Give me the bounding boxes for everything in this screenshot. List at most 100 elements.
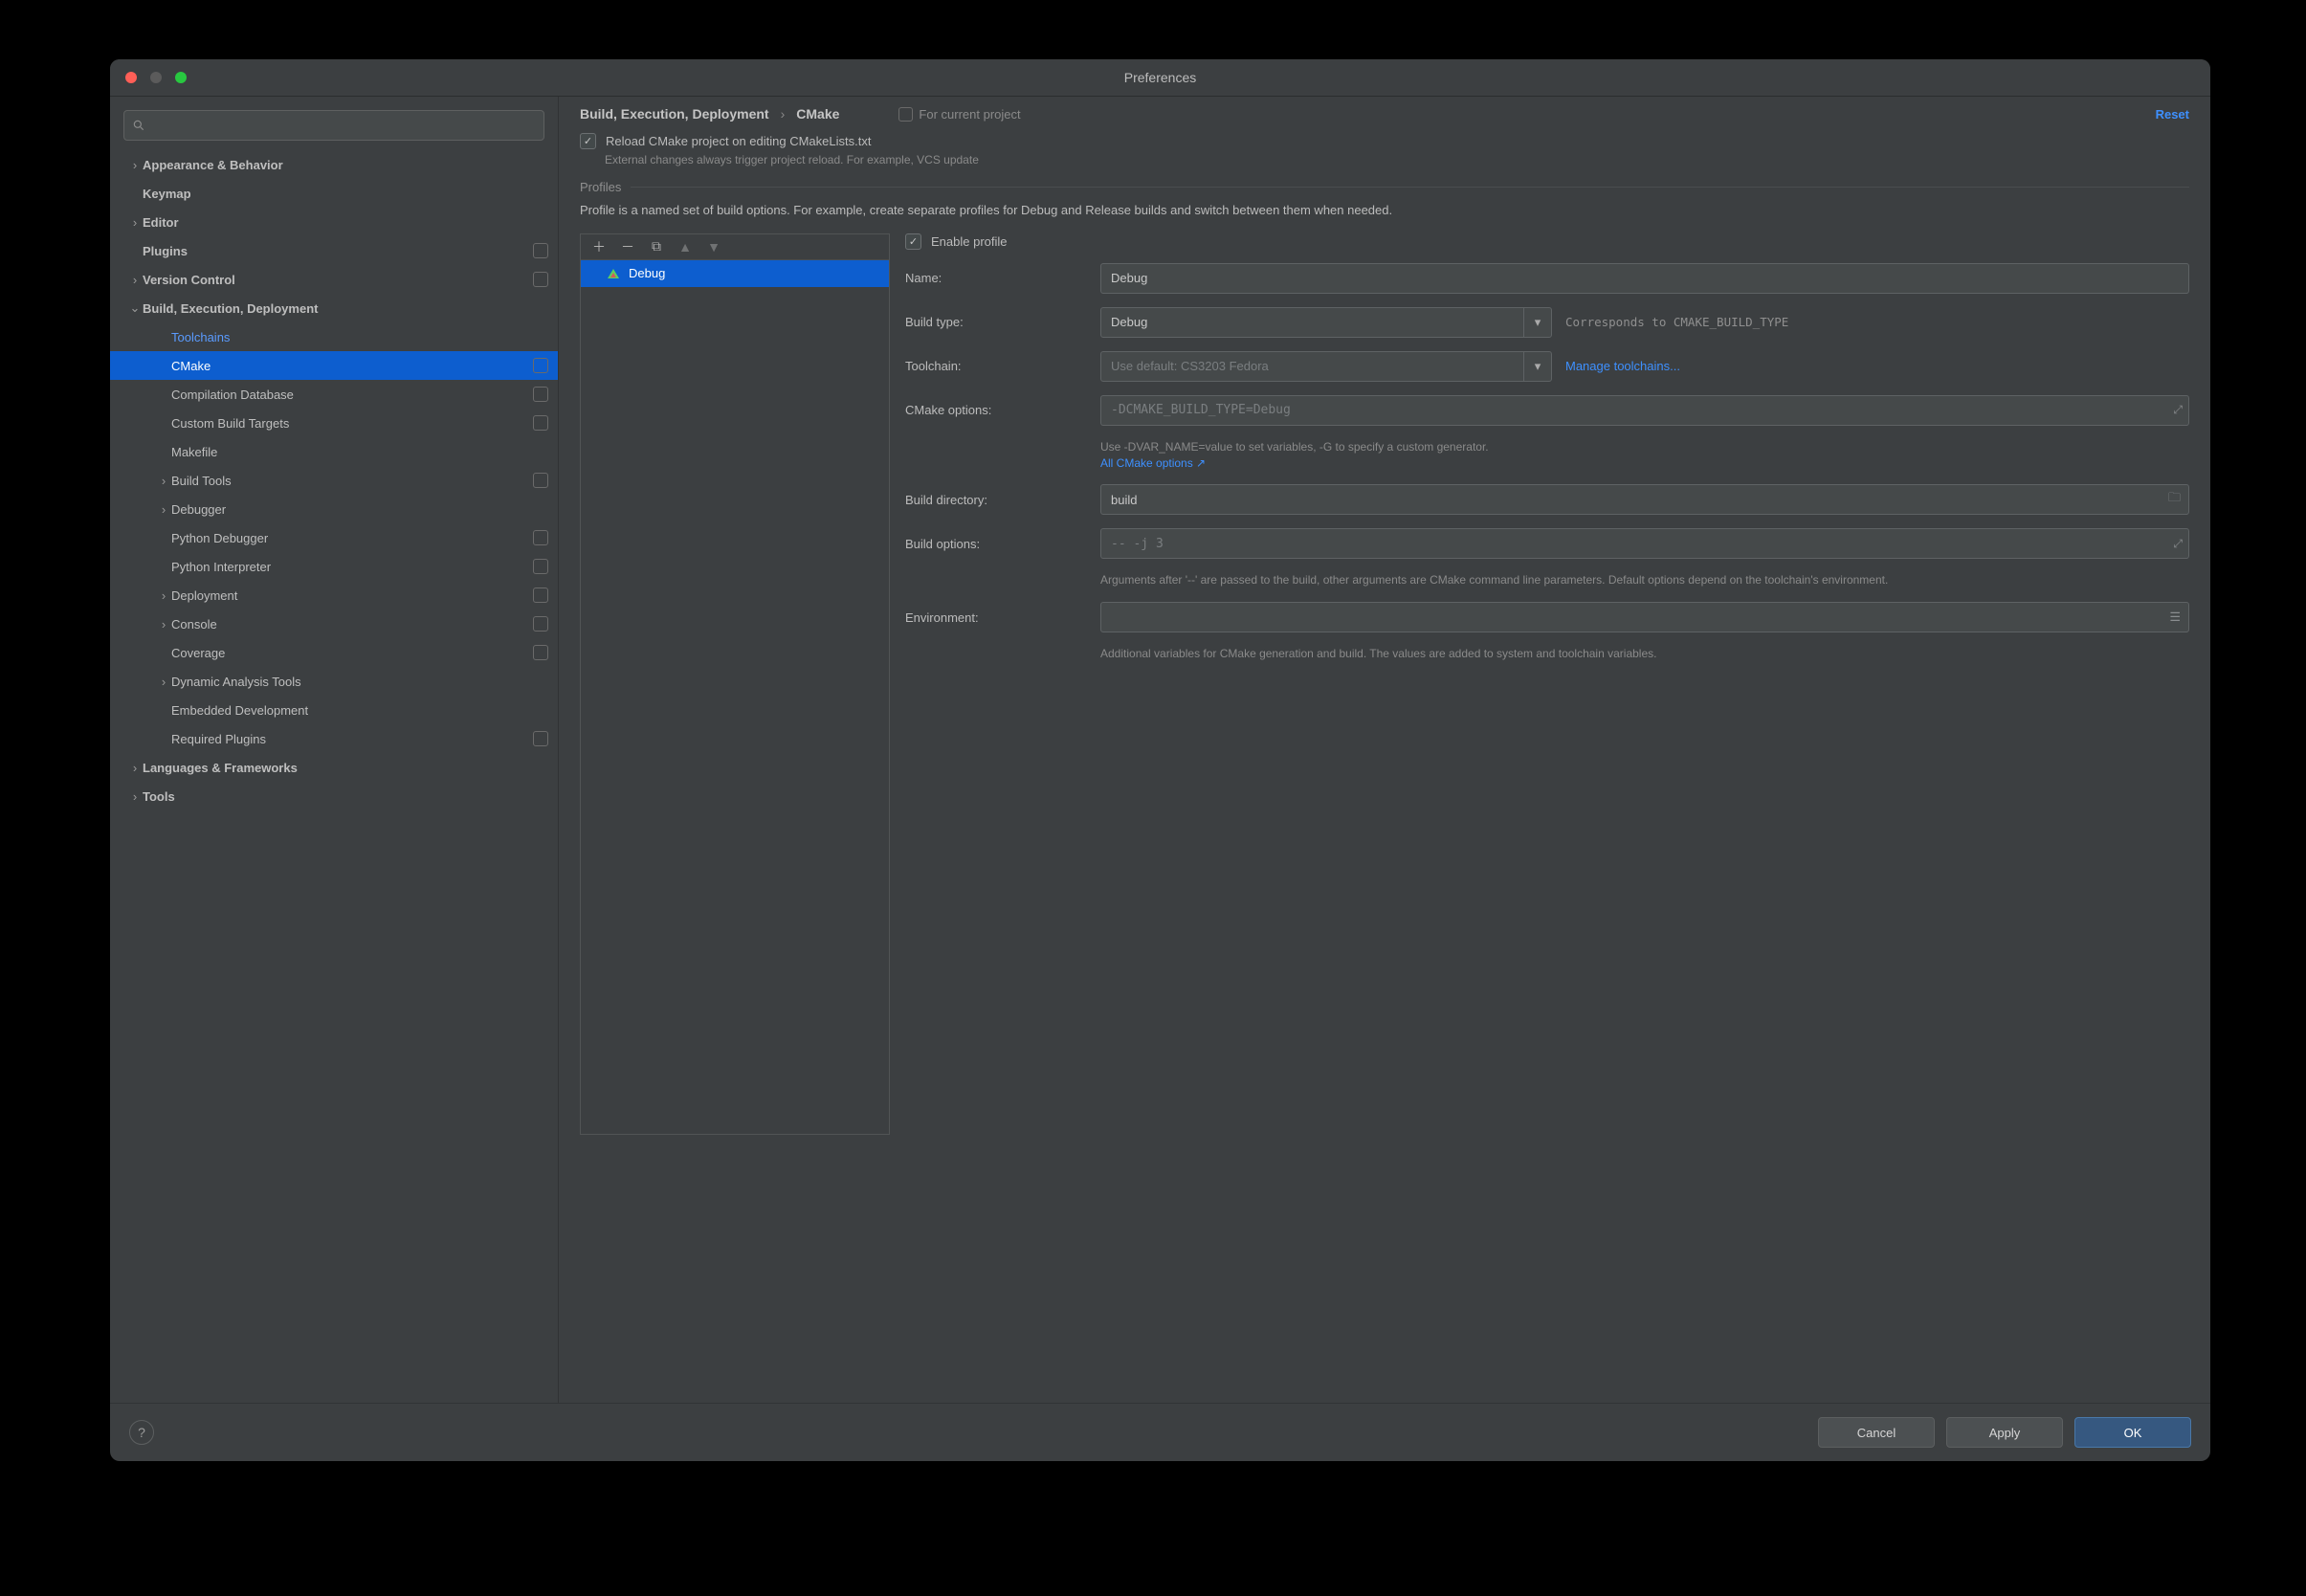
chevron-right-icon: › bbox=[156, 474, 171, 488]
expand-icon[interactable]: ⤢ bbox=[2173, 537, 2183, 551]
chevron-right-icon: › bbox=[127, 761, 143, 775]
sidebar-item-appearance-behavior[interactable]: ›Appearance & Behavior bbox=[110, 150, 558, 179]
scope-label: For current project bbox=[898, 107, 1020, 122]
content: Reload CMake project on editing CMakeLis… bbox=[559, 129, 2210, 1403]
buildtype-label: Build type: bbox=[905, 315, 1087, 329]
sidebar-item-label: Keymap bbox=[143, 187, 548, 201]
reset-button[interactable]: Reset bbox=[2156, 107, 2189, 122]
toolchain-select[interactable]: Use default: CS3203 Fedora ▾ bbox=[1100, 351, 1552, 382]
sidebar-item-console[interactable]: ›Console bbox=[110, 610, 558, 638]
add-icon[interactable]: ＋ bbox=[590, 238, 608, 255]
sidebar-item-embedded-development[interactable]: Embedded Development bbox=[110, 696, 558, 724]
sidebar-item-label: Toolchains bbox=[171, 330, 548, 344]
window-title: Preferences bbox=[110, 70, 2210, 85]
cmake-icon bbox=[608, 269, 619, 278]
chevron-right-icon: › bbox=[127, 273, 143, 287]
buildtype-hint: Corresponds to CMAKE_BUILD_TYPE bbox=[1565, 315, 1788, 329]
sidebar: ›Appearance & BehaviorKeymap›EditorPlugi… bbox=[110, 97, 559, 1403]
sidebar-item-label: Editor bbox=[143, 215, 548, 230]
sidebar-item-version-control[interactable]: ›Version Control bbox=[110, 265, 558, 294]
sidebar-item-label: Appearance & Behavior bbox=[143, 158, 548, 172]
divider bbox=[631, 187, 2189, 188]
builddir-input[interactable]: build 🗀 bbox=[1100, 484, 2189, 515]
profiles-description: Profile is a named set of build options.… bbox=[580, 202, 2189, 220]
reload-checkbox-row[interactable]: Reload CMake project on editing CMakeLis… bbox=[580, 133, 2189, 149]
sidebar-item-label: Compilation Database bbox=[171, 388, 533, 402]
sidebar-item-label: Custom Build Targets bbox=[171, 416, 533, 431]
move-down-icon[interactable]: ▼ bbox=[705, 238, 722, 255]
cmakeopts-hint: Use -DVAR_NAME=value to set variables, -… bbox=[1100, 439, 2189, 472]
chevron-right-icon: › bbox=[156, 675, 171, 689]
name-label: Name: bbox=[905, 271, 1087, 285]
profile-item[interactable]: Debug bbox=[581, 260, 889, 287]
sidebar-item-python-interpreter[interactable]: Python Interpreter bbox=[110, 552, 558, 581]
chevron-right-icon: › bbox=[156, 617, 171, 632]
sidebar-item-python-debugger[interactable]: Python Debugger bbox=[110, 523, 558, 552]
cancel-button[interactable]: Cancel bbox=[1818, 1417, 1935, 1448]
folder-icon[interactable]: 🗀 bbox=[2168, 489, 2181, 510]
sidebar-item-compilation-database[interactable]: Compilation Database bbox=[110, 380, 558, 409]
breadcrumb-parent[interactable]: Build, Execution, Deployment bbox=[580, 106, 769, 122]
env-input[interactable]: ☰ bbox=[1100, 602, 2189, 632]
sidebar-item-toolchains[interactable]: Toolchains bbox=[110, 322, 558, 351]
sidebar-item-label: Makefile bbox=[171, 445, 548, 459]
name-value: Debug bbox=[1111, 271, 1147, 285]
sidebar-item-tools[interactable]: ›Tools bbox=[110, 782, 558, 810]
sidebar-item-required-plugins[interactable]: Required Plugins bbox=[110, 724, 558, 753]
project-scope-icon bbox=[533, 387, 548, 402]
sidebar-item-label: Version Control bbox=[143, 273, 533, 287]
search-input[interactable] bbox=[123, 110, 544, 141]
apply-button[interactable]: Apply bbox=[1946, 1417, 2063, 1448]
sidebar-item-label: Dynamic Analysis Tools bbox=[171, 675, 548, 689]
all-cmake-options-link[interactable]: All CMake options ↗ bbox=[1100, 456, 1206, 470]
help-button[interactable]: ? bbox=[129, 1420, 154, 1445]
buildtype-select[interactable]: Debug ▾ bbox=[1100, 307, 1552, 338]
sidebar-item-editor[interactable]: ›Editor bbox=[110, 208, 558, 236]
sidebar-item-deployment[interactable]: ›Deployment bbox=[110, 581, 558, 610]
sidebar-item-cmake[interactable]: CMake bbox=[110, 351, 558, 380]
sidebar-item-custom-build-targets[interactable]: Custom Build Targets bbox=[110, 409, 558, 437]
reload-checkbox[interactable] bbox=[580, 133, 596, 149]
sidebar-item-label: Build Tools bbox=[171, 474, 533, 488]
sidebar-item-label: Python Debugger bbox=[171, 531, 533, 545]
sidebar-item-label: Plugins bbox=[143, 244, 533, 258]
enable-profile-checkbox[interactable] bbox=[905, 233, 921, 250]
chevron-right-icon: › bbox=[127, 215, 143, 230]
chevron-right-icon: › bbox=[781, 106, 786, 122]
project-scope-icon bbox=[533, 587, 548, 603]
list-icon[interactable]: ☰ bbox=[2169, 610, 2181, 625]
sidebar-item-plugins[interactable]: Plugins bbox=[110, 236, 558, 265]
sidebar-item-debugger[interactable]: ›Debugger bbox=[110, 495, 558, 523]
copy-icon[interactable]: ⧉ bbox=[648, 238, 665, 255]
expand-icon[interactable]: ⤢ bbox=[2173, 403, 2183, 417]
remove-icon[interactable]: － bbox=[619, 238, 636, 255]
cmakeopts-placeholder: -DCMAKE_BUILD_TYPE=Debug bbox=[1111, 403, 1291, 417]
sidebar-item-build-tools[interactable]: ›Build Tools bbox=[110, 466, 558, 495]
cmakeopts-input[interactable]: -DCMAKE_BUILD_TYPE=Debug ⤢ bbox=[1100, 395, 2189, 426]
profiles-toolbar: ＋ － ⧉ ▲ ▼ bbox=[581, 234, 889, 260]
move-up-icon[interactable]: ▲ bbox=[676, 238, 694, 255]
sidebar-item-build-execution-deployment[interactable]: ⌄Build, Execution, Deployment bbox=[110, 294, 558, 322]
sidebar-item-label: CMake bbox=[171, 359, 533, 373]
name-input[interactable]: Debug bbox=[1100, 263, 2189, 294]
sidebar-item-coverage[interactable]: Coverage bbox=[110, 638, 558, 667]
enable-profile-row[interactable]: Enable profile bbox=[905, 233, 2189, 250]
chevron-right-icon: › bbox=[156, 588, 171, 603]
builddir-value: build bbox=[1111, 493, 1137, 507]
toolchain-label: Toolchain: bbox=[905, 359, 1087, 373]
cmakeopts-hint-text: Use -DVAR_NAME=value to set variables, -… bbox=[1100, 440, 1489, 454]
buildopts-input[interactable]: -- -j 3 ⤢ bbox=[1100, 528, 2189, 559]
project-scope-icon bbox=[533, 616, 548, 632]
sidebar-item-keymap[interactable]: Keymap bbox=[110, 179, 558, 208]
sidebar-item-dynamic-analysis-tools[interactable]: ›Dynamic Analysis Tools bbox=[110, 667, 558, 696]
ok-button[interactable]: OK bbox=[2074, 1417, 2191, 1448]
profile-form: Enable profile Name: Debug Build type: D… bbox=[905, 233, 2189, 662]
sidebar-item-languages-frameworks[interactable]: ›Languages & Frameworks bbox=[110, 753, 558, 782]
project-scope-icon bbox=[533, 530, 548, 545]
buildopts-placeholder: -- -j 3 bbox=[1111, 537, 1164, 551]
scope-text: For current project bbox=[919, 107, 1020, 122]
chevron-down-icon: ⌄ bbox=[127, 300, 143, 316]
manage-toolchains-link[interactable]: Manage toolchains... bbox=[1565, 359, 1680, 373]
reload-hint: External changes always trigger project … bbox=[605, 153, 2189, 166]
sidebar-item-makefile[interactable]: Makefile bbox=[110, 437, 558, 466]
